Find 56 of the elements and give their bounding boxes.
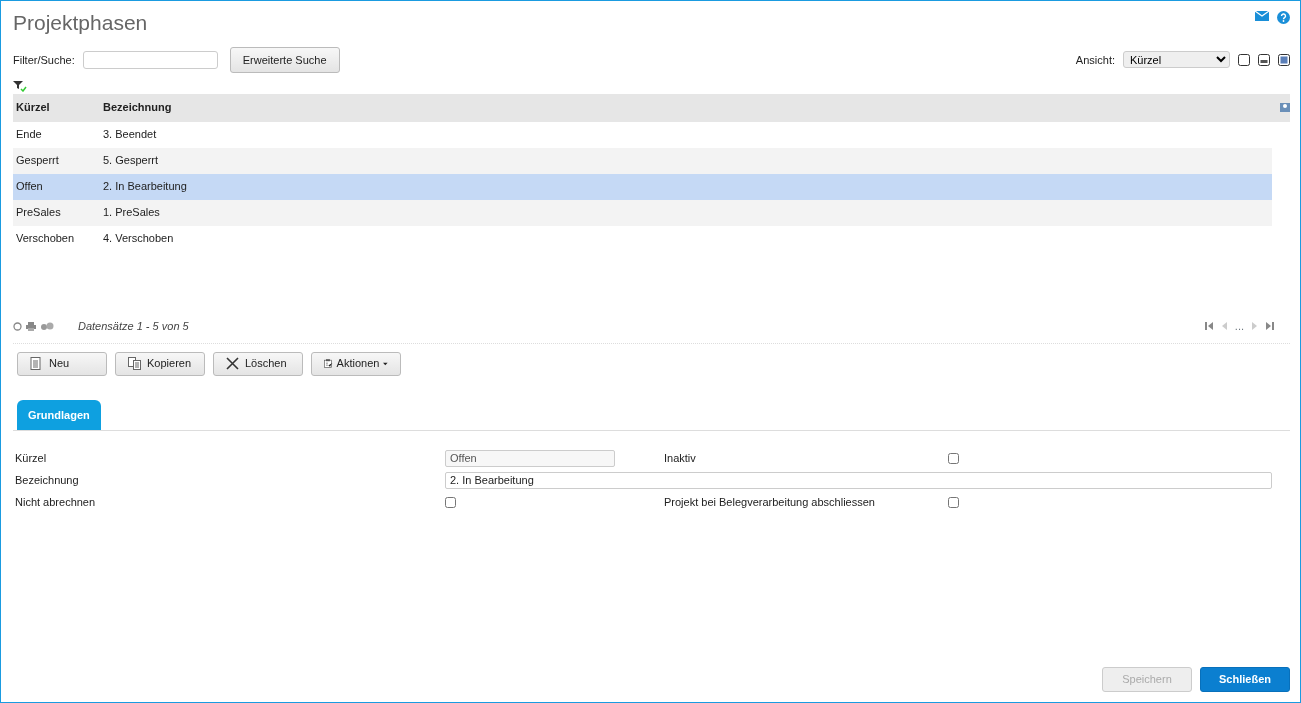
filter-check-icon[interactable]: [13, 80, 27, 92]
table-cell-text: 2. In Bearbeitung: [103, 179, 187, 195]
close-button[interactable]: Schließen: [1200, 667, 1290, 692]
field-label: Projekt bei Belegverarbeitung abschliessen: [664, 494, 876, 510]
layout-empty-icon[interactable]: [1238, 53, 1250, 66]
image-icon[interactable]: [1280, 103, 1290, 112]
input-field[interactable]: 2. In Bearbeitung: [445, 471, 1272, 489]
first-page-icon[interactable]: [1204, 322, 1214, 330]
table-cell-text: Offen: [15, 179, 44, 195]
table-cell-text: Gesperrt: [15, 153, 60, 169]
layout-full-icon[interactable]: [1278, 53, 1290, 66]
search-field[interactable]: [82, 50, 218, 69]
last-page-icon[interactable]: [1265, 322, 1274, 330]
document-icon: [30, 357, 43, 370]
close-icon: [226, 357, 239, 370]
checkbox[interactable]: [445, 496, 456, 508]
table-row[interactable]: Ende 3. Beendet: [13, 121, 1272, 148]
caret-icon: [383, 361, 388, 366]
action-button[interactable]: Neu: [17, 351, 107, 376]
circles-icon[interactable]: [40, 322, 54, 330]
action-button[interactable]: Löschen: [213, 351, 303, 376]
view-dropdown[interactable]: Kürzel: [1123, 51, 1230, 69]
record-count: Datensätze 1 - 5 von 5: [78, 318, 190, 334]
print-icon[interactable]: [26, 321, 36, 331]
view-label: Ansicht:: [1075, 52, 1115, 68]
refresh-icon[interactable]: [13, 321, 22, 331]
field-label: Bezeichnung: [14, 472, 80, 488]
page-title: Projektphasen: [13, 10, 148, 36]
table-cell-text: Verschoben: [15, 231, 76, 247]
table-cell-text: 5. Gesperrt: [103, 153, 159, 169]
table-row[interactable]: Gesperrt 5. Gesperrt: [13, 147, 1272, 174]
table-cell-text: 3. Beendet: [103, 127, 157, 143]
column-header[interactable]: Bezeichnung: [103, 99, 1280, 116]
table-cell-text: 4. Verschoben: [103, 231, 174, 247]
table-cell-text: 1. PreSales: [103, 205, 160, 221]
table-row[interactable]: PreSales 1. PreSales: [13, 199, 1272, 226]
advanced-search-button[interactable]: Erweiterte Suche: [229, 46, 340, 73]
field-label: Kürzel: [14, 450, 48, 466]
help-icon[interactable]: [1277, 11, 1290, 24]
filter-label: Filter/Suche:: [13, 52, 75, 68]
layout-split-icon[interactable]: [1258, 53, 1270, 66]
column-header[interactable]: Kürzel: [13, 99, 103, 116]
table-cell-text: PreSales: [15, 205, 62, 221]
checkbox[interactable]: [948, 452, 959, 464]
field-label: Nicht abrechnen: [14, 494, 97, 510]
action-button[interactable]: Aktionen: [311, 351, 401, 376]
checkbox[interactable]: [948, 496, 959, 508]
pager-ellipsis: ...: [1234, 318, 1244, 334]
clipboard-icon: [324, 357, 333, 370]
field-label: Inaktiv: [664, 450, 697, 466]
table-cell-text: Ende: [15, 127, 43, 143]
mail-icon[interactable]: [1255, 11, 1269, 21]
copy-icon: [128, 357, 141, 370]
table-row[interactable]: Verschoben 4. Verschoben: [13, 225, 1272, 252]
table-row[interactable]: Offen 2. In Bearbeitung: [13, 173, 1272, 200]
action-button[interactable]: Kopieren: [115, 351, 205, 376]
